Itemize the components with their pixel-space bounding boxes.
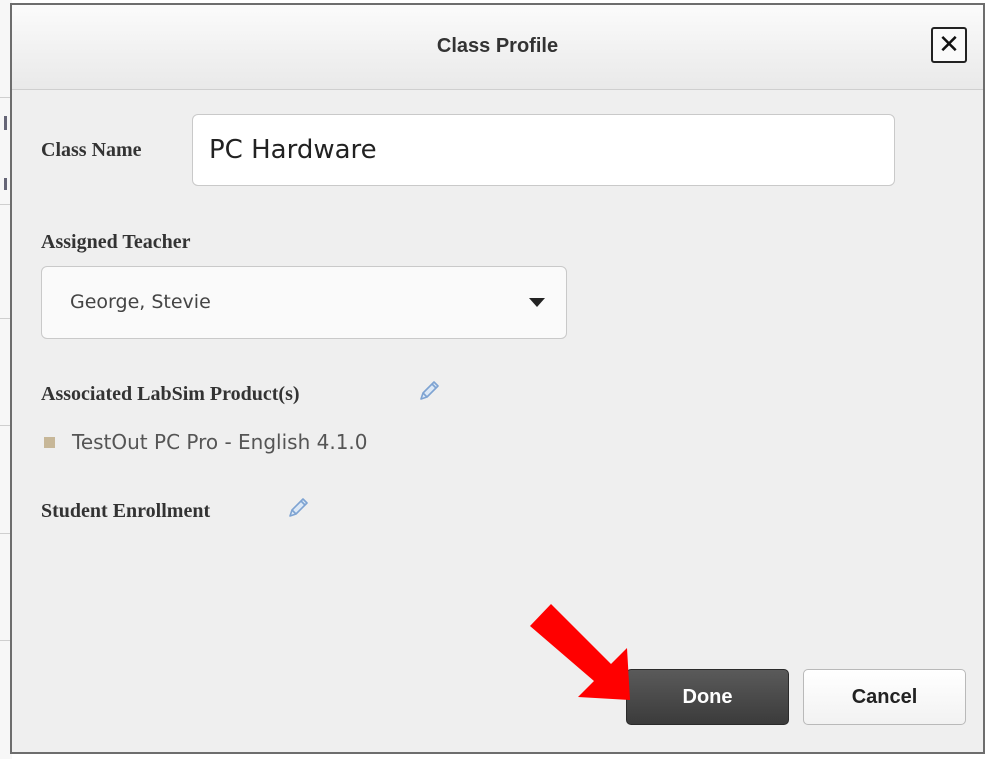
class-name-label: Class Name [41, 139, 142, 161]
assigned-teacher-select[interactable]: George, Stevie [41, 266, 567, 339]
class-name-input[interactable] [192, 114, 895, 186]
assigned-teacher-value: George, Stevie [70, 291, 211, 313]
close-icon: ✕ [938, 29, 960, 59]
product-item: TestOut PC Pro - English 4.1.0 [72, 430, 368, 454]
cancel-button[interactable]: Cancel [803, 669, 966, 725]
edit-products-pencil-icon[interactable] [417, 379, 441, 403]
background-text-fragment [4, 116, 7, 130]
product-bullet [44, 437, 55, 448]
dialog-title: Class Profile [436, 35, 559, 57]
chevron-down-icon [529, 298, 545, 307]
associated-products-label: Associated LabSim Product(s) [41, 383, 300, 405]
assigned-teacher-label: Assigned Teacher [41, 231, 191, 253]
close-button[interactable]: ✕ [931, 27, 967, 63]
done-button[interactable]: Done [626, 669, 789, 725]
class-profile-dialog: Class Profile ✕ Class Name Assigned Teac… [10, 3, 985, 754]
edit-enrollment-pencil-icon[interactable] [286, 496, 310, 520]
background-text-fragment [4, 178, 7, 190]
student-enrollment-label: Student Enrollment [41, 500, 211, 522]
dialog-header: Class Profile ✕ [12, 5, 983, 90]
